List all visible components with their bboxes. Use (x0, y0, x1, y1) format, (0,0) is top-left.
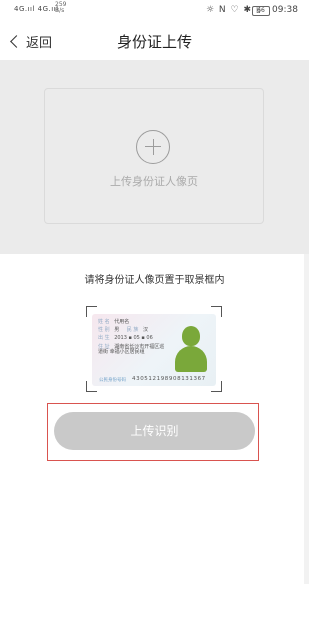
instruction-text: 请将身份证人像页置于取景框内 (84, 275, 225, 286)
network-speed-unit: B/s (55, 7, 65, 14)
nav-bar: 返回 身份证上传 (0, 22, 309, 60)
card-field-name: 姓 名 (98, 319, 110, 325)
plus-circle-icon (136, 130, 170, 164)
card-name-value: 代用名 (114, 319, 130, 325)
card-sex-value: 男 (114, 327, 120, 333)
sample-id-card: 姓 名 代用名 性 别 男 民 族 汉 出 生 2013 ▪ 05 ▪ 06 住… (92, 314, 216, 386)
clock: 09:38 (272, 5, 298, 15)
page-title: 身份证上传 (116, 33, 192, 51)
card-field-ethnicity: 民 族 (126, 327, 139, 333)
upload-area: 上传身份证人像页 (0, 60, 309, 254)
card-field-birth: 出 生 (98, 335, 110, 341)
scroll-edge (304, 254, 309, 584)
upload-recognize-button[interactable]: 上传识别 (54, 412, 255, 450)
network-speed: 259 B/s (55, 2, 66, 14)
card-ethnicity-value: 汉 (142, 327, 148, 333)
avatar (174, 324, 208, 372)
card-field-id: 公民身份号码 (99, 378, 126, 383)
card-birth-value: 2013 ▪ 05 ▪ 06 (114, 335, 153, 341)
sample-id-card-frame: 姓 名 代用名 性 别 男 民 族 汉 出 生 2013 ▪ 05 ▪ 06 住… (86, 306, 222, 392)
card-field-sex: 性 别 (98, 327, 110, 333)
avatar-body (175, 346, 207, 372)
status-bar: 4G.ııl 4G.ııl 259 B/s ☼ N ♡ ✱ ▯ 66 09:38 (0, 0, 309, 22)
upload-label: 上传身份证人像页 (110, 175, 198, 188)
avatar-head (182, 326, 200, 346)
signal-icon: 4G.ııl 4G.ııl (14, 5, 59, 13)
battery-icon: 66 (252, 6, 270, 16)
upload-id-photo-box[interactable]: 上传身份证人像页 (44, 88, 264, 224)
plus-vertical (152, 139, 154, 155)
card-id-number: 430512198908131367 (132, 376, 206, 382)
